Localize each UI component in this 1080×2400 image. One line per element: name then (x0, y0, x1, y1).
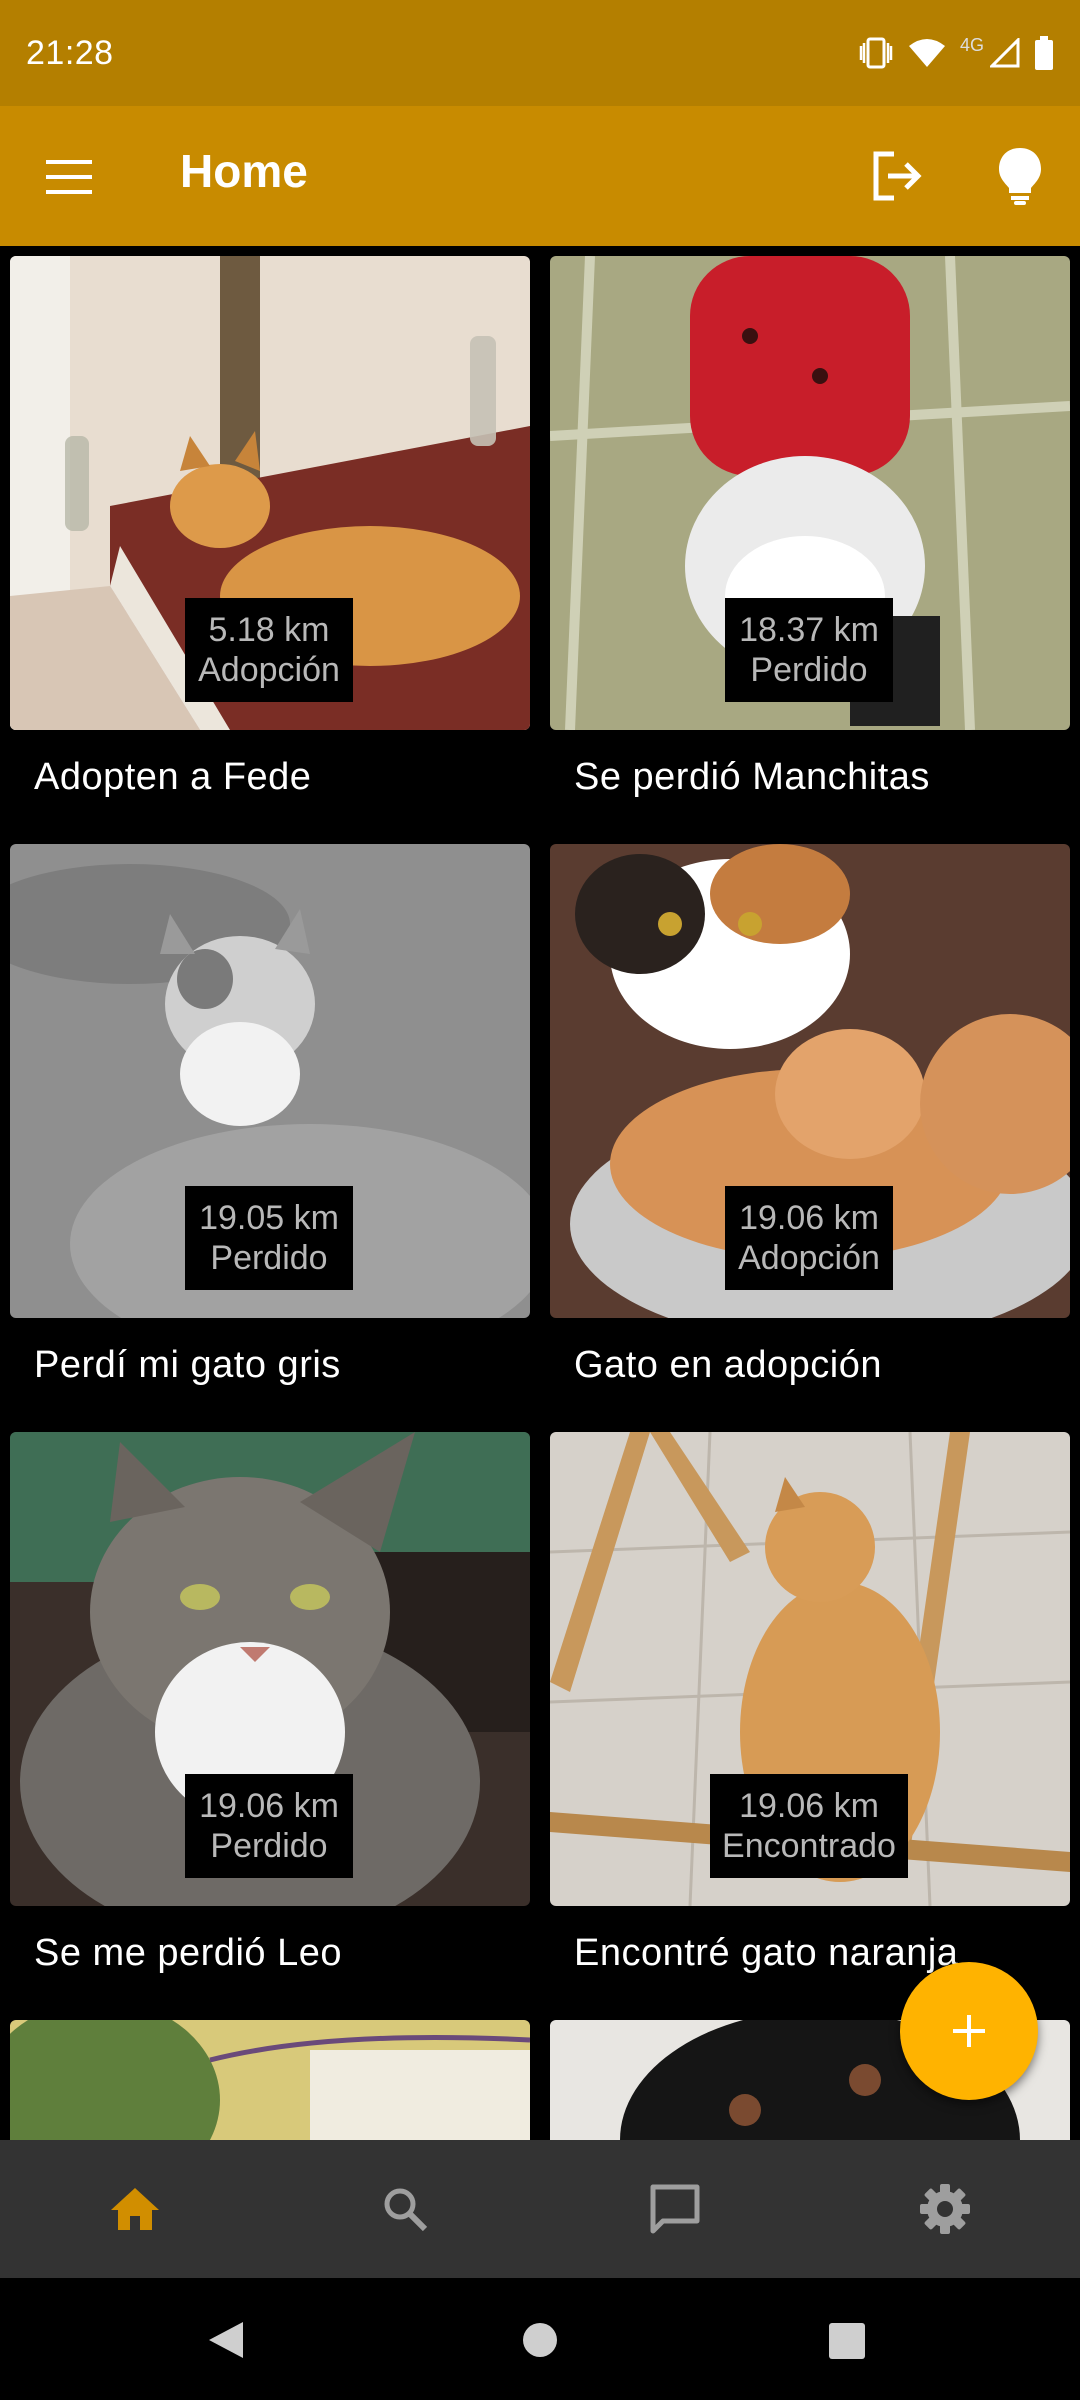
post-badge: 19.05 km Perdido (185, 1186, 353, 1290)
nav-chat[interactable] (615, 2149, 735, 2269)
add-post-button[interactable] (900, 1962, 1038, 2100)
post-badge: 19.06 km Adopción (725, 1186, 893, 1290)
post-distance: 19.06 km (199, 1787, 339, 1825)
post-title: Gato en adopción (574, 1344, 883, 1386)
settings-icon (920, 2184, 970, 2234)
pet-photo: 19.06 km Perdido (10, 1432, 530, 1906)
post-card[interactable]: 19.05 km Perdido Perdí mi gato gris (10, 844, 530, 1387)
post-card[interactable]: 19.06 km Adopción Gato en adopción (550, 844, 1070, 1387)
pet-photo: 19.06 km Adopción (550, 844, 1070, 1318)
cell-signal-icon (990, 38, 1020, 68)
post-distance: 18.37 km (739, 611, 879, 649)
posts-grid: 5.18 km Adopción Adopten a Fede 18.37 km… (0, 246, 1080, 2140)
search-icon (384, 2188, 428, 2232)
status-bar: 21:28 4G (0, 0, 1080, 106)
post-card[interactable]: 18.37 km Perdido Se perdió Manchitas (550, 256, 1070, 799)
nav-search[interactable] (345, 2149, 465, 2269)
post-title: Se perdió Manchitas (574, 756, 930, 798)
logout-icon[interactable] (868, 148, 924, 204)
post-distance: 5.18 km (208, 611, 330, 649)
post-card[interactable] (10, 2020, 530, 2140)
post-title: Perdí mi gato gris (34, 1344, 341, 1386)
pet-photo: 19.06 km Encontrado (550, 1432, 1070, 1906)
nav-home[interactable] (75, 2149, 195, 2269)
system-navigation-bar (0, 2278, 1080, 2400)
post-badge: 19.06 km Perdido (185, 1774, 353, 1878)
home-circle-icon[interactable] (522, 2322, 558, 2358)
network-type-label: 4G (959, 34, 984, 55)
lightbulb-icon[interactable] (996, 146, 1044, 206)
app-bar: Home (0, 106, 1080, 246)
back-icon[interactable] (207, 2320, 245, 2360)
status-time: 21:28 (26, 33, 114, 72)
menu-icon[interactable] (44, 152, 94, 202)
pet-photo (10, 2020, 530, 2140)
post-status: Adopción (738, 1239, 880, 1277)
status-icons: 4G (858, 34, 1054, 70)
post-status: Encontrado (722, 1827, 896, 1865)
home-icon (111, 2188, 159, 2230)
post-card[interactable]: 19.06 km Perdido Se me perdió Leo (10, 1432, 530, 1975)
post-status: Adopción (198, 651, 340, 689)
post-card[interactable]: 19.06 km Encontrado Encontré gato naranj… (550, 1432, 1070, 1975)
plus-icon (953, 2015, 985, 2047)
pet-photo: 19.05 km Perdido (10, 844, 530, 1318)
page-title: Home (180, 145, 308, 197)
post-status: Perdido (210, 1827, 328, 1865)
recents-icon[interactable] (828, 2322, 866, 2360)
post-badge: 19.06 km Encontrado (710, 1774, 908, 1878)
pet-photo: 5.18 km Adopción (10, 256, 530, 730)
bottom-navigation (0, 2140, 1080, 2278)
post-status: Perdido (210, 1239, 328, 1277)
post-distance: 19.05 km (199, 1199, 339, 1237)
post-title: Adopten a Fede (34, 756, 312, 798)
vibrate-icon (859, 37, 893, 69)
post-badge: 18.37 km Perdido (725, 598, 893, 702)
post-title: Se me perdió Leo (34, 1932, 342, 1974)
nav-settings[interactable] (885, 2149, 1005, 2269)
pet-photo: 18.37 km Perdido (550, 256, 1070, 730)
post-badge: 5.18 km Adopción (185, 598, 353, 702)
post-card[interactable]: 5.18 km Adopción Adopten a Fede (10, 256, 530, 799)
post-distance: 19.06 km (739, 1787, 879, 1825)
post-distance: 19.06 km (739, 1199, 879, 1237)
battery-icon (1035, 36, 1053, 70)
chat-icon (650, 2184, 700, 2234)
wifi-icon (908, 39, 945, 67)
post-status: Perdido (750, 651, 868, 689)
